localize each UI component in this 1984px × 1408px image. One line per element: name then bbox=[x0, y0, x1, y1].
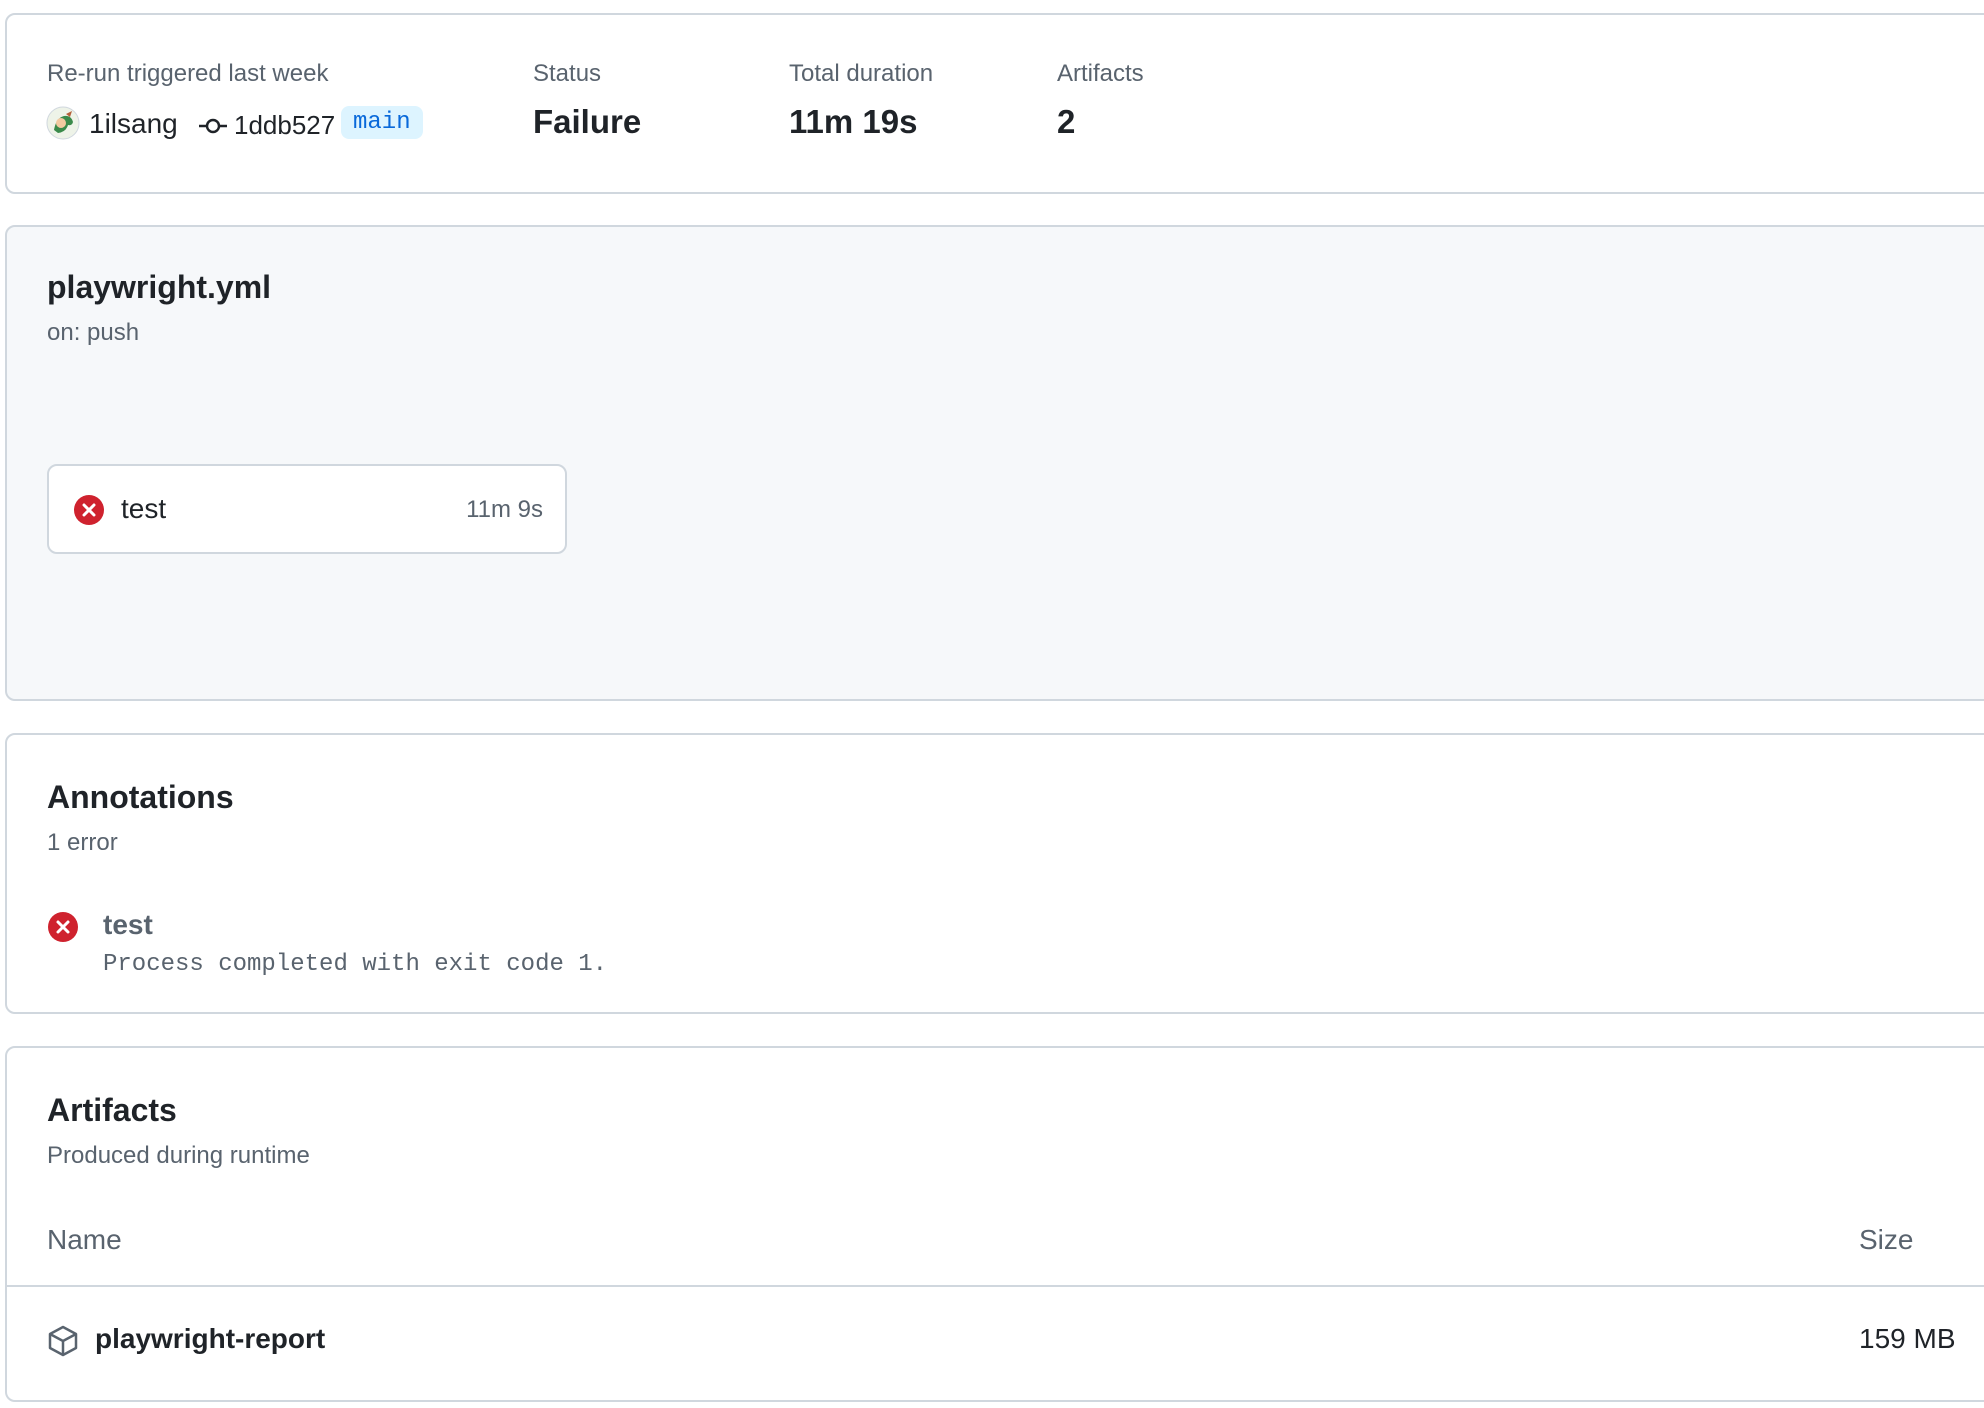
commit-sha-link[interactable]: 1ddb527 bbox=[234, 110, 335, 141]
annotations-heading: Annotations bbox=[47, 779, 234, 815]
artifacts-count-label: Artifacts bbox=[1057, 60, 1144, 87]
job-name: test bbox=[121, 493, 167, 524]
branch-badge[interactable]: main bbox=[341, 106, 423, 139]
annotation-message: Process completed with exit code 1. bbox=[103, 951, 608, 978]
x-circle-fill-icon bbox=[73, 494, 105, 526]
artifacts-count-value[interactable]: 2 bbox=[1057, 103, 1075, 141]
workflow-trigger: on: push bbox=[47, 319, 140, 346]
actor-name[interactable]: 1ilsang bbox=[89, 108, 178, 140]
avatar[interactable] bbox=[46, 106, 80, 140]
column-header-name: Name bbox=[47, 1224, 122, 1255]
job-card-test[interactable]: test 11m 9s bbox=[47, 464, 567, 554]
trigger-label: Re-run triggered last week bbox=[47, 60, 329, 87]
status-label: Status bbox=[533, 60, 602, 87]
annotations-count: 1 error bbox=[47, 829, 118, 856]
duration-label: Total duration bbox=[789, 60, 934, 87]
artifact-size: 159 MB bbox=[1859, 1323, 1956, 1354]
job-duration: 11m 9s bbox=[466, 496, 543, 523]
duration-value: 11m 19s bbox=[789, 103, 918, 140]
x-circle-fill-icon bbox=[47, 911, 79, 943]
package-icon bbox=[47, 1324, 79, 1358]
artifacts-subtitle: Produced during runtime bbox=[47, 1142, 310, 1169]
workflow-graph-panel: playwright.yml on: push test 11m 9s bbox=[5, 225, 1984, 701]
artifacts-panel: Artifacts Produced during runtime Name S… bbox=[5, 1046, 1984, 1402]
workflow-file-name[interactable]: playwright.yml bbox=[47, 269, 271, 306]
table-row: playwright-report 159 MB bbox=[7, 1287, 1984, 1397]
status-value: Failure bbox=[533, 103, 642, 140]
run-summary-panel: Re-run triggered last week 1ilsang 1ddb5… bbox=[5, 13, 1984, 194]
git-commit-icon bbox=[198, 114, 228, 138]
artifact-name-link[interactable]: playwright-report bbox=[95, 1323, 325, 1355]
annotations-panel: Annotations 1 error test Process complet… bbox=[5, 733, 1984, 1014]
column-header-size: Size bbox=[1859, 1224, 1914, 1255]
artifacts-heading: Artifacts bbox=[47, 1092, 177, 1128]
annotation-title[interactable]: test bbox=[103, 909, 153, 941]
